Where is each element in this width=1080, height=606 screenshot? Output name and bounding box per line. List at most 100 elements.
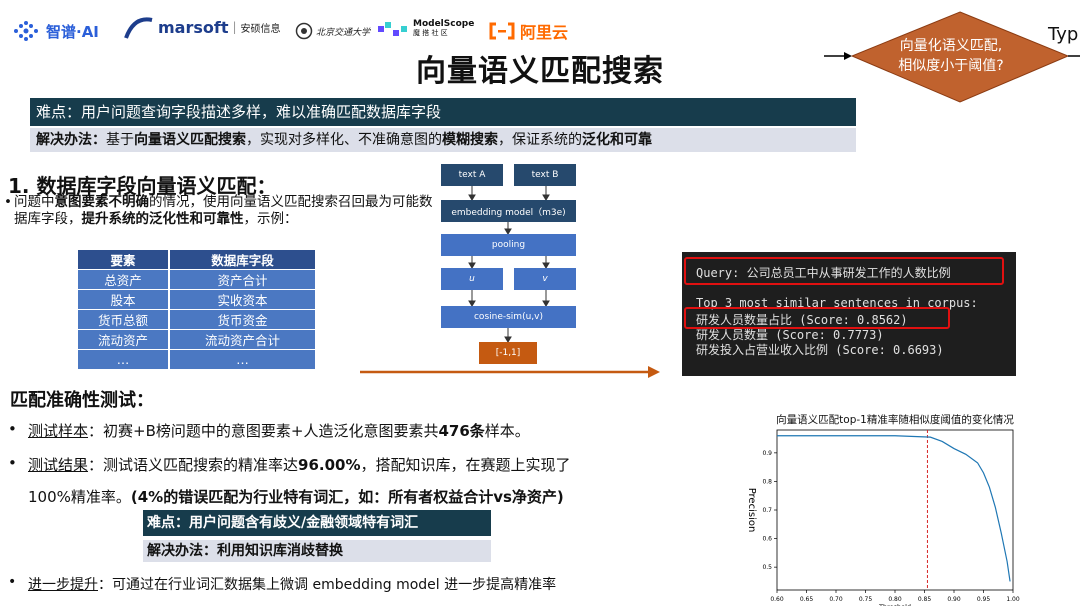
marsoft-logo: marsoft | 安硕信息 [124,14,281,40]
improve-text: ：可通过在行业词汇数据集上微调 embedding model 进一步提高精准率 [98,577,557,593]
y-tick-label: 0.8 [762,478,772,485]
aliyun-logo-text: 阿里云 [520,23,569,42]
y-axis-label: Precision [746,488,757,533]
y-tick-label: 0.7 [762,507,772,514]
bjtu-logo-text: 北京交通大学 [316,27,371,38]
x-tick-label: 0.80 [888,596,902,603]
result-line2-note: (4%的错误匹配为行业特有词汇，如：所有者权益合计vs净资产) [130,488,564,506]
table-cell: 资产合计 [168,269,315,290]
x-tick-label: 0.95 [977,596,991,603]
pooling-box: pooling [441,234,576,256]
solution-banner-2: 解决办法：利用知识库消歧替换 [143,540,491,562]
list-item-sample: • 测试样本：初赛+B榜问题中的意图要素+人造泛化意图要素共476条样本。 [8,420,530,441]
bullet-dot: • [8,454,17,472]
table-cell: … [78,349,169,370]
marsoft-logo-sub: 安硕信息 [240,23,281,35]
zhipu-logo-text: 智谱·AI [46,22,99,41]
marsoft-logo-text: marsoft [158,17,229,37]
zhipu-logo-icon [14,21,38,41]
table-row: 货币总额 货币资金 [78,309,315,330]
y-tick-label: 0.9 [762,450,772,457]
para-text-3: ，示例： [243,211,298,227]
solution-text-2: ，实现对多样化、不准确意图的 [246,132,442,148]
para-text-1: 问题中 [14,194,55,210]
table-row: 股本 实收资本 [78,289,315,310]
result-end: ，搭配知识库，在赛题上实现了 [360,456,571,474]
u-vector-box: u [441,268,503,290]
table-cell: 总资产 [78,269,169,290]
sample-label: 测试样本 [28,422,89,440]
table-cell: 流动资产合计 [168,329,315,350]
solution-bold-2: 模糊搜索 [442,132,498,148]
modelscope-logo-sub: 魔 搭 社 区 [413,29,448,37]
solution-bold-3: 泛化和可靠 [582,132,652,148]
x-tick-label: 1.00 [1006,596,1020,603]
flow-arrow-head [648,366,660,378]
improve-label: 进一步提升 [28,577,98,593]
x-tick-label: 0.60 [770,596,784,603]
x-tick-label: 0.70 [829,596,843,603]
solution2-text: 解决办法：利用知识库消歧替换 [147,543,343,559]
decision-line-1: 向量化语义匹配, [899,38,1003,54]
result-precision: 96.00% [298,456,361,474]
solution-text-1: 基于 [106,132,134,148]
decision-text: 向量化语义匹配, 相似度小于阈值? [876,36,1026,76]
query-highlight-box [684,257,1004,285]
terminal-result-3: 研发投入占营业收入比例 (Score: 0.6693) [696,343,944,357]
table-cell: 流动资产 [78,329,169,350]
embedding-model-box: embedding model（m3e) [441,200,576,222]
x-tick-label: 0.85 [918,596,932,603]
section2-heading: 匹配准确性测试： [10,390,154,411]
difficulty-banner-2: 难点：用户问题含有歧义/金融领域特有词汇 [143,510,491,536]
field-mapping-table: 要素 数据库字段 总资产 资产合计 股本 实收资本 货币总额 货币资金 流动资产 流动资… [78,250,315,370]
aliyun-logo-icon [489,22,515,40]
output-range-box: [-1,1] [479,342,537,364]
list-item-result: • 测试结果：测试语义匹配搜索的精准率达96.00%，搭配知识库，在赛题上实现了 [8,454,571,475]
solution-banner: 解决办法：基于向量语义匹配搜索，实现对多样化、不准确意图的模糊搜索，保证系统的泛… [30,128,856,152]
modelscope-logo: ModelScope 魔 搭 社 区 [377,20,474,38]
table-cell: 股本 [78,289,169,310]
list-item-result-cont: 100%精准率。(4%的错误匹配为行业特有词汇，如：所有者权益合计vs净资产) [28,486,564,507]
logo-divider: | [232,20,237,34]
table-header: 数据库字段 [168,250,315,270]
decision-line-2: 相似度小于阈值? [898,58,1004,74]
text-b-box: text B [514,164,576,186]
x-tick-label: 0.75 [859,596,873,603]
sample-text: ：初赛+B榜问题中的意图要素+人造泛化意图要素共 [88,422,439,440]
table-cell: 货币资金 [168,309,315,330]
plot-frame [776,429,1014,591]
bullet-dot: • [8,574,17,590]
table-row: 流动资产 流动资产合计 [78,329,315,350]
table-cell: 货币总额 [78,309,169,330]
result-label: 测试结果 [28,456,89,474]
bjtu-seal-icon [295,22,313,40]
x-tick-label: 0.90 [947,596,961,603]
precision-chart: 0.60 0.65 0.70 0.75 0.80 0.85 0.90 0.95 1.00 0.5 0… [746,429,1020,606]
difficulty2-prefix: 难点：用户问题含有 [147,515,273,531]
v-vector-box: v [514,268,576,290]
marsoft-logo-icon [124,17,153,39]
modelscope-logo-text: ModelScope [413,19,475,29]
table-row: 总资产 资产合计 [78,269,315,290]
table-cell: … [168,349,315,370]
cosine-sim-box: cosine-sim(u,v) [441,306,576,328]
difficulty-banner: 难点：用户问题查询字段描述多样，难以准确匹配数据库字段 [30,98,856,126]
modelscope-logo-icon [378,22,407,36]
difficulty2-bold: 歧义/金融领域特有词汇 [273,515,419,531]
result-line2: 100%精准率。 [28,488,131,506]
solution-text-3: ，保证系统的 [498,132,582,148]
list-item-improve: • 进一步提升：可通过在行业词汇数据集上微调 embedding model 进… [8,574,557,594]
bjtu-logo: 北京交通大学 [295,22,370,40]
flow-side-text: Typ [1048,24,1079,45]
zhipu-logo: 智谱·AI [12,20,99,42]
bullet-dot: • [4,194,12,210]
y-tick-label: 0.6 [762,536,772,543]
sample-end: 样本。 [484,422,530,440]
table-cell: 实收资本 [168,289,315,310]
table-header: 要素 [78,250,169,270]
solution-prefix: 解决办法： [36,132,106,148]
para-bold-2: 提升系统的泛化性和可靠性 [81,211,244,227]
table-header-row: 要素 数据库字段 [78,250,315,270]
para-bold-1: 意图要素不明确 [54,194,150,210]
y-tick-label: 0.5 [762,564,772,571]
